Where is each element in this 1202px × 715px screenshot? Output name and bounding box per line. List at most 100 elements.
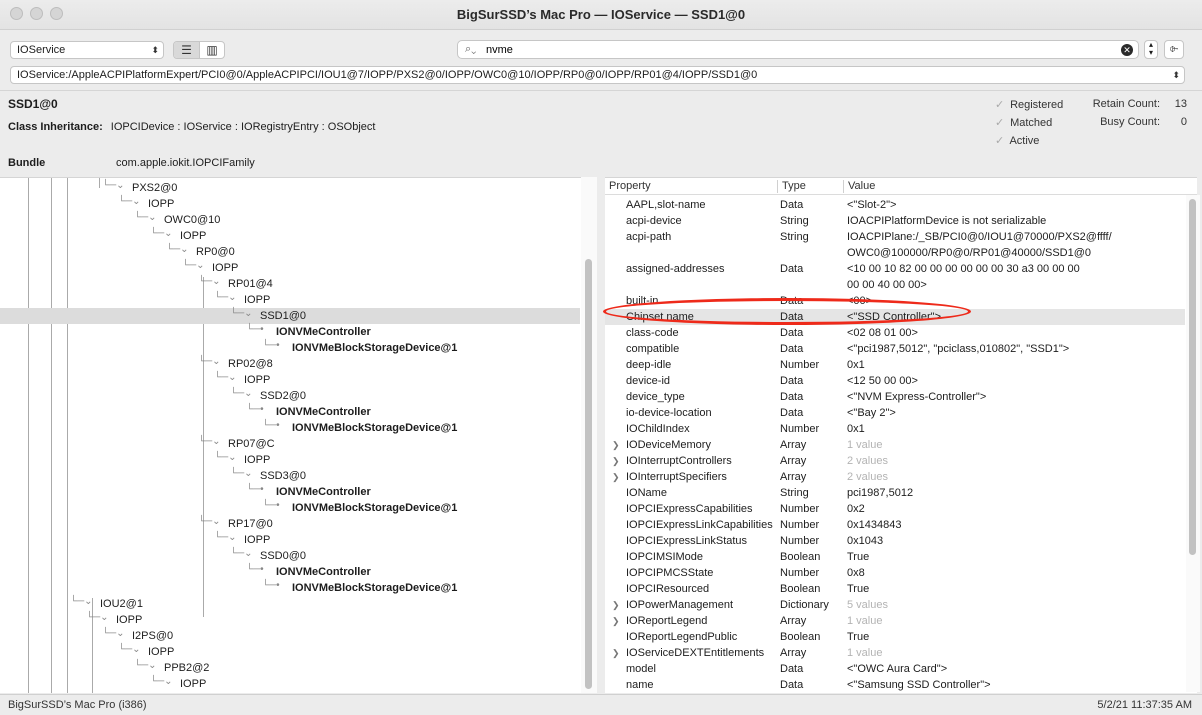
disclosure-triangle-icon[interactable]: ❯ (612, 440, 620, 451)
tree-scrollbar-thumb[interactable] (585, 259, 592, 689)
tree-row[interactable]: └─⌄ PXS2@0 (0, 180, 580, 196)
disclosure-chevron-icon[interactable]: └─⌄ (214, 452, 237, 463)
tree-row[interactable]: └─⌄ IOPP (0, 644, 580, 660)
disclosure-chevron-icon[interactable]: └─⌄ (198, 516, 221, 527)
search-field[interactable]: ⌕⌄ ✕ (457, 40, 1139, 59)
property-table[interactable]: Property Type Value AAPL,slot-name Data <"… (605, 177, 1197, 693)
property-row[interactable]: io-device-location Data <"Bay 2"> (605, 405, 1185, 421)
disclosure-chevron-icon[interactable]: └─⌄ (198, 436, 221, 447)
disclosure-chevron-icon[interactable]: └─⌄ (214, 292, 237, 303)
search-stepper[interactable]: ▴ ▾ (1144, 40, 1158, 59)
disclosure-chevron-icon[interactable]: └─⌄ (102, 180, 125, 191)
plane-select[interactable]: IOService ⬍ (10, 41, 164, 59)
property-row[interactable]: deep-idle Number 0x1 (605, 357, 1185, 373)
tree-leaf-icon[interactable]: └─• (262, 340, 280, 351)
property-row[interactable]: acpi-device String IOACPIPlatformDevice is… (605, 213, 1185, 229)
disclosure-chevron-icon[interactable]: └─⌄ (118, 644, 141, 655)
property-row[interactable]: ❯ IOInterruptSpecifiers Array 2 values (605, 469, 1185, 485)
tree-row[interactable]: └─⌄ IOU2@1 (0, 596, 580, 612)
tree-row[interactable]: └─⌄ IOPP (0, 612, 580, 628)
property-row[interactable]: model Data <"OWC Aura Card"> (605, 661, 1185, 677)
property-row[interactable]: compatible Data <"pci1987,5012", "pciclass… (605, 341, 1185, 357)
tree-row[interactable]: └─⌄ IOPP (0, 532, 580, 548)
tree-leaf-icon[interactable]: └─• (246, 404, 264, 415)
disclosure-chevron-icon[interactable]: └─⌄ (134, 212, 157, 223)
disclosure-chevron-icon[interactable]: └─⌄ (118, 196, 141, 207)
property-scrollbar-thumb[interactable] (1189, 199, 1196, 555)
tree-leaf-icon[interactable]: └─• (262, 580, 280, 591)
tree-row[interactable]: └─• IONVMeController (0, 484, 580, 500)
property-row[interactable]: ❯ IODeviceMemory Array 1 value (605, 437, 1185, 453)
tree-row[interactable]: └─⌄ IOPP (0, 292, 580, 308)
property-row[interactable]: IOPCIExpressLinkStatus Number 0x1043 (605, 533, 1185, 549)
disclosure-chevron-icon[interactable]: └─⌄ (214, 372, 237, 383)
property-row[interactable]: ❯ IOServiceDEXTEntitlements Array 1 value (605, 645, 1185, 661)
search-options-icon[interactable]: ⌱ (1164, 40, 1184, 59)
disclosure-chevron-icon[interactable]: └─⌄ (182, 260, 205, 271)
property-row[interactable]: ❯ IOReportLegend Array 1 value (605, 613, 1185, 629)
disclosure-triangle-icon[interactable]: ❯ (612, 616, 620, 627)
tree-leaf-icon[interactable]: └─• (246, 324, 264, 335)
disclosure-chevron-icon[interactable]: └─⌄ (230, 548, 253, 559)
property-row[interactable]: name Data <"Samsung SSD Controller"> (605, 677, 1185, 693)
property-row[interactable]: Chipset name Data <"SSD Controller"> (605, 309, 1185, 325)
tree-row[interactable]: └─⌄ SSD3@0 (0, 468, 580, 484)
property-row[interactable]: acpi-path String IOACPIPlane:/_SB/PCI0@0/I… (605, 229, 1185, 261)
tree-row[interactable]: └─• IONVMeController (0, 564, 580, 580)
list-view-icon[interactable]: ☰ (174, 42, 199, 58)
disclosure-triangle-icon[interactable]: ❯ (612, 472, 620, 483)
path-select[interactable]: IOService:/AppleACPIPlatformExpert/PCI0@… (10, 66, 1185, 84)
tree-row[interactable]: └─⌄ IOPP (0, 372, 580, 388)
tree-row[interactable]: └─⌄ RP0@0 (0, 244, 580, 260)
disclosure-triangle-icon[interactable]: ❯ (612, 600, 620, 611)
property-row[interactable]: IOPCIPMCSState Number 0x8 (605, 565, 1185, 581)
tree-row[interactable]: └─⌄ SSD1@0 (0, 308, 580, 324)
property-row[interactable]: device_type Data <"NVM Express-Controller"… (605, 389, 1185, 405)
disclosure-chevron-icon[interactable]: └─⌄ (102, 628, 125, 639)
search-input[interactable] (484, 42, 1104, 57)
tree-leaf-icon[interactable]: └─• (262, 500, 280, 511)
property-row[interactable]: IOReportLegendPublic Boolean True (605, 629, 1185, 645)
tree-row[interactable]: └─⌄ I2PS@0 (0, 628, 580, 644)
tree-row[interactable]: └─⌄ IOPP (0, 260, 580, 276)
disclosure-triangle-icon[interactable]: ❯ (612, 648, 620, 659)
tree-row[interactable]: └─⌄ IOPP (0, 452, 580, 468)
tree-row[interactable]: └─• IONVMeBlockStorageDevice@1 (0, 500, 580, 516)
disclosure-chevron-icon[interactable]: └─⌄ (86, 612, 109, 623)
tree-row[interactable]: └─⌄ SSD0@0 (0, 548, 580, 564)
disclosure-chevron-icon[interactable]: └─⌄ (198, 356, 221, 367)
property-row[interactable]: AAPL,slot-name Data <"Slot-2"> (605, 197, 1185, 213)
disclosure-chevron-icon[interactable]: └─⌄ (150, 228, 173, 239)
property-row[interactable]: ❯ IOPowerManagement Dictionary 5 values (605, 597, 1185, 613)
tree-row[interactable]: └─⌄ RP07@C (0, 436, 580, 452)
property-row[interactable]: ❯ IOInterruptControllers Array 2 values (605, 453, 1185, 469)
disclosure-chevron-icon[interactable]: └─⌄ (70, 596, 93, 607)
tree-row[interactable]: └─⌄ RP17@0 (0, 516, 580, 532)
tree-row[interactable]: └─⌄ OWC0@10 (0, 212, 580, 228)
tree-leaf-icon[interactable]: └─• (246, 484, 264, 495)
tree-row[interactable]: └─⌄ PPB2@2 (0, 660, 580, 676)
disclosure-chevron-icon[interactable]: └─⌄ (150, 676, 173, 687)
property-row[interactable]: IOPCIMSIMode Boolean True (605, 549, 1185, 565)
tree-row[interactable]: └─⌄ IOPP (0, 196, 580, 212)
property-row[interactable]: IOPCIExpressCapabilities Number 0x2 (605, 501, 1185, 517)
disclosure-chevron-icon[interactable]: └─⌄ (214, 532, 237, 543)
tree-row[interactable]: └─• IONVMeController (0, 404, 580, 420)
registry-tree[interactable]: └─⌄ PXS2@0 └─⌄ IOPP └─⌄ OWC0@10 └─⌄ IOPP └─⌄ RP0@… (0, 177, 597, 693)
property-row[interactable]: built-in Data <00> (605, 293, 1185, 309)
tree-leaf-icon[interactable]: └─• (246, 564, 264, 575)
property-row[interactable]: IOPCIExpressLinkCapabilities Number 0x1434… (605, 517, 1185, 533)
tree-row[interactable]: └─⌄ RP01@4 (0, 276, 580, 292)
clear-search-icon[interactable]: ✕ (1121, 44, 1133, 56)
disclosure-chevron-icon[interactable]: └─⌄ (230, 308, 253, 319)
tree-row[interactable]: └─• IONVMeBlockStorageDevice@1 (0, 580, 580, 596)
tree-row[interactable]: └─⌄ RP02@8 (0, 356, 580, 372)
view-mode-segmented-control[interactable]: ☰ ▥ (173, 41, 225, 59)
tree-leaf-icon[interactable]: └─• (262, 420, 280, 431)
column-header-type[interactable]: Type (782, 180, 806, 192)
disclosure-chevron-icon[interactable]: └─⌄ (166, 244, 189, 255)
disclosure-triangle-icon[interactable]: ❯ (612, 456, 620, 467)
tree-row[interactable]: └─• IONVMeBlockStorageDevice@1 (0, 340, 580, 356)
tree-scrollbar[interactable] (581, 177, 597, 693)
property-row[interactable]: IOName String pci1987,5012 (605, 485, 1185, 501)
